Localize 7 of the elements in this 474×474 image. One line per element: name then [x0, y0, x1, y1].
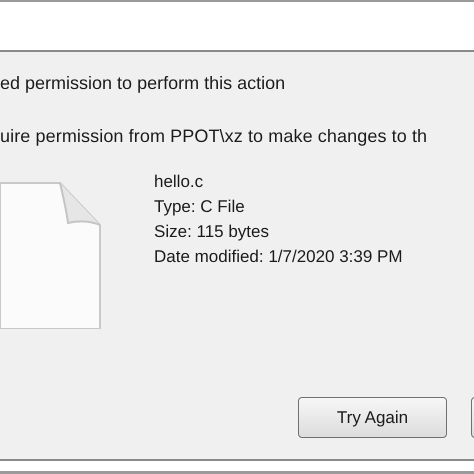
dialog-heading: ed permission to perform this action: [0, 72, 286, 95]
file-size: Size: 115 bytes: [154, 221, 270, 243]
dialog-message: uire permission from PPOT\xz to make changes to th: [0, 125, 428, 148]
file-name: hello.c: [154, 171, 204, 193]
try-again-button[interactable]: Try Again: [298, 397, 447, 438]
file-type: Type: C File: [154, 196, 246, 218]
file-date-modified: Date modified: 1/7/2020 3:39 PM: [154, 246, 403, 268]
